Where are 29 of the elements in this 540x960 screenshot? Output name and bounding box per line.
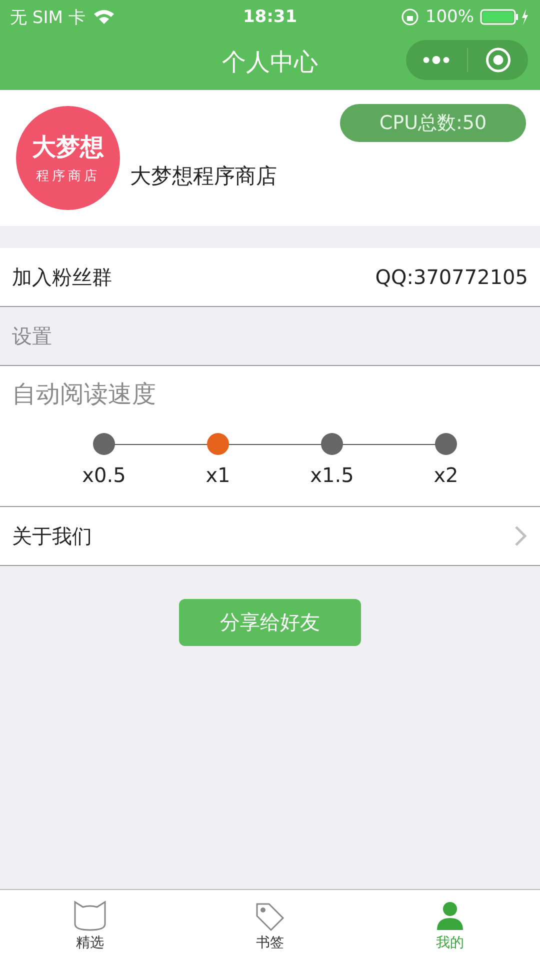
- carrier-text: 无 SIM 卡: [10, 6, 86, 28]
- tab-bar-item[interactable]: 书签: [180, 890, 360, 960]
- speed-label: x0.5: [82, 463, 126, 487]
- speed-option-dot[interactable]: [435, 433, 457, 455]
- row-label: 加入粉丝群: [12, 264, 112, 290]
- battery-charging-icon: [480, 8, 530, 26]
- rotation-lock-icon: [401, 8, 420, 26]
- cpu-count-badge: CPU总数:50: [340, 104, 526, 142]
- speed-option-dot[interactable]: [93, 433, 115, 455]
- qq-number: QQ:370772105: [375, 265, 528, 289]
- fan-group-row[interactable]: 加入粉丝群 QQ:370772105: [0, 248, 540, 307]
- tab-bar-item[interactable]: 精选: [0, 890, 180, 960]
- speed-option-dot[interactable]: [207, 433, 229, 455]
- speed-label: x2: [434, 463, 458, 487]
- clock-text: 18:31: [242, 7, 298, 27]
- battery-percent: 100%: [425, 7, 474, 27]
- logo-text: 大梦想: [32, 132, 104, 163]
- section-header: 设置: [12, 322, 52, 350]
- speed-label: x1.5: [310, 463, 354, 487]
- logo-subtitle: 程序商店: [36, 168, 100, 185]
- page-title: 个人中心: [222, 47, 318, 78]
- speed-title: 自动阅读速度: [12, 379, 157, 410]
- store-name: 大梦想程序商店: [130, 163, 277, 190]
- chevron-right-icon: [514, 525, 528, 547]
- about-row[interactable]: 关于我们: [0, 507, 540, 566]
- wifi-icon: [93, 9, 116, 25]
- row-label: 关于我们: [12, 522, 92, 550]
- speed-option-dot[interactable]: [321, 433, 343, 455]
- speed-label: x1: [206, 463, 230, 487]
